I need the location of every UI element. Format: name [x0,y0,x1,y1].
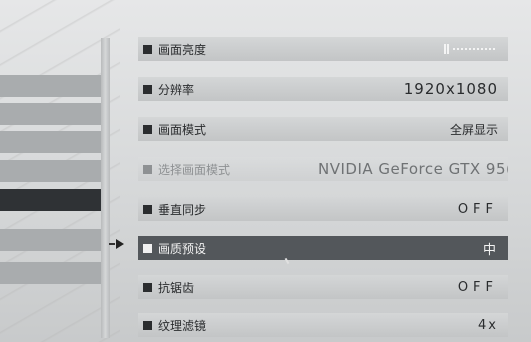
setting-value: 中 [482,242,498,258]
setting-value: OFF [457,201,498,217]
setting-value: 全屏显示 [449,122,498,137]
setting-row-select-display-adapter: 选择画面模式 NVIDIA GeForce GTX 95( [138,157,508,181]
setting-value: NVIDIA GeForce GTX 95( [318,160,508,178]
selection-arrow-icon [109,239,124,249]
setting-value: OFF [457,279,498,295]
setting-label: 垂直同步 [158,202,207,217]
graphics-settings-list: 画面亮度 分辨率 1920x1080 画面模式 全屏显示 选择画面模式 NVID… [138,0,531,342]
scrollbar-thumb[interactable] [101,38,110,338]
setting-label: 分辨率 [158,82,195,97]
setting-label: 纹理滤镜 [158,318,207,333]
setting-label: 选择画面模式 [158,162,231,177]
square-bullet-icon [143,164,152,174]
setting-label: 画面模式 [158,122,207,137]
slider-knob[interactable] [444,44,450,54]
category-tab-2[interactable] [0,103,108,125]
setting-row-anti-aliasing[interactable]: 抗锯齿 OFF [138,275,508,299]
square-bullet-icon [143,282,152,292]
setting-label: 画面亮度 [158,42,207,57]
setting-row-quality-preset[interactable]: 画质预设 中 [138,236,508,260]
setting-label: 抗锯齿 [158,280,195,295]
setting-label: 画质预设 [158,241,207,256]
category-tab-6[interactable] [0,229,108,251]
square-bullet-icon [143,124,152,134]
category-tab-7[interactable] [0,262,108,284]
setting-value: 1920x1080 [403,80,498,98]
setting-value: 4x [478,317,498,333]
brightness-slider[interactable] [444,44,500,54]
square-bullet-icon [143,84,152,94]
category-sidebar [0,0,112,342]
square-bullet-icon [143,204,152,214]
category-tab-active[interactable] [0,189,108,211]
square-bullet-icon [143,320,152,330]
setting-row-texture-filter[interactable]: 纹理滤镜 4x [138,313,508,337]
category-tab-1[interactable] [0,75,108,97]
category-tab-4[interactable] [0,160,108,182]
category-tab-3[interactable] [0,131,108,153]
slider-track [453,48,497,50]
setting-row-brightness[interactable]: 画面亮度 [138,37,508,61]
setting-row-resolution[interactable]: 分辨率 1920x1080 [138,77,508,101]
setting-row-vsync[interactable]: 垂直同步 OFF [138,197,508,221]
square-bullet-icon [143,243,152,253]
setting-row-display-mode[interactable]: 画面模式 全屏显示 [138,117,508,141]
square-bullet-icon [143,44,152,54]
